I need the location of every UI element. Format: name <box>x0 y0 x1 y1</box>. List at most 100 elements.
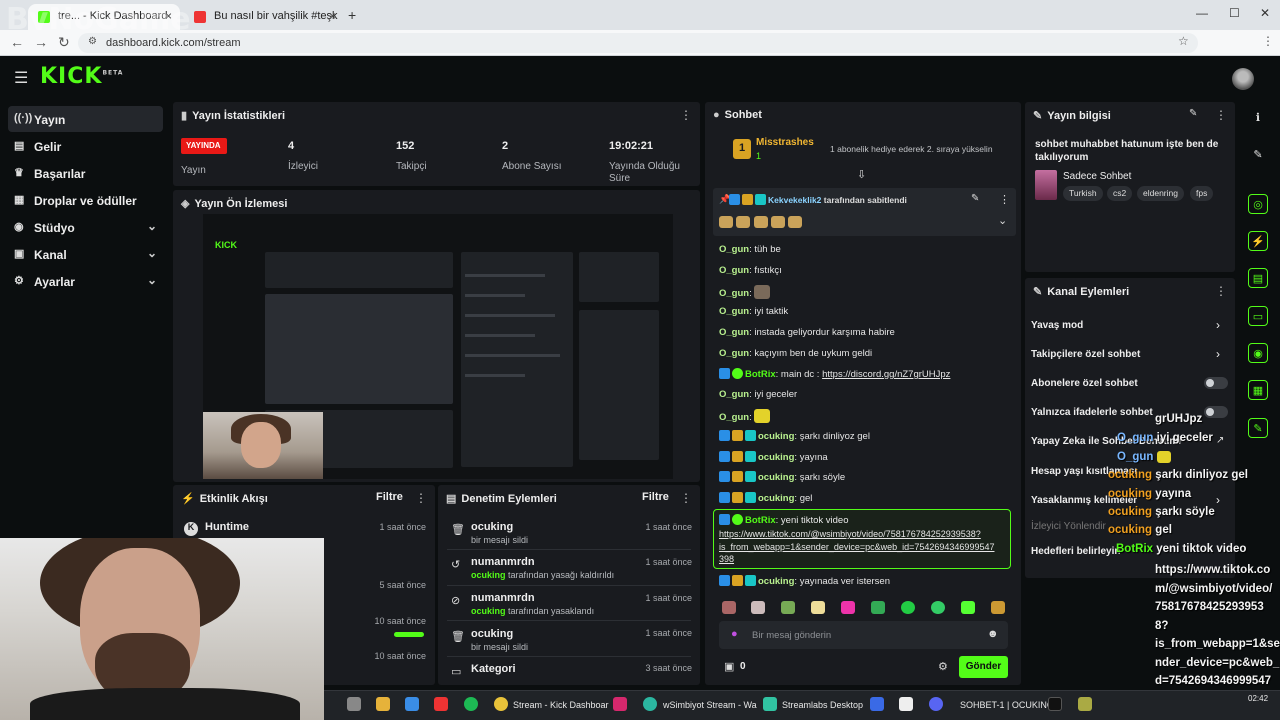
more-options-icon[interactable]: ⋮ <box>680 108 692 122</box>
expand-pinned-icon[interactable]: ⌄ <box>998 214 1007 227</box>
unban-icon: ↺ <box>451 559 461 571</box>
back-icon[interactable]: ← <box>10 34 24 50</box>
new-tab-button[interactable]: + <box>348 7 356 23</box>
chat-message: BotRix: main dc : https://discord.gg/nZ7… <box>719 368 950 380</box>
bookmark-star-icon[interactable]: ☆ <box>1178 34 1189 48</box>
youtube-icon[interactable] <box>434 697 448 711</box>
store-icon[interactable] <box>405 697 419 711</box>
chat-settings-icon[interactable]: ⚙ <box>938 660 948 673</box>
close-tab-icon[interactable]: × <box>329 9 336 23</box>
moderation-filter-button[interactable]: Filtre <box>642 491 669 503</box>
streamlabs-icon[interactable] <box>763 697 777 711</box>
sidebar-item-yayin[interactable]: ((·)) Yayın <box>8 106 163 132</box>
emotes-only-toggle[interactable] <box>1204 406 1228 418</box>
activity-filter-button[interactable]: Filtre <box>376 491 403 503</box>
taskview-icon[interactable] <box>347 697 361 711</box>
tiktok-icon[interactable] <box>1048 697 1062 711</box>
send-button[interactable]: Gönder <box>959 656 1008 678</box>
chat-input[interactable]: ● Bir mesaj gönderin ☻ <box>719 621 1008 649</box>
tab-video[interactable]: Bu nasıl bir vahşilik #teşk × <box>184 4 344 30</box>
more-options-icon[interactable]: ⋮ <box>1215 284 1227 298</box>
tiktok-link[interactable]: https://www.tiktok.com/@wsimbiyot/video/… <box>719 528 994 566</box>
subscribers-only-toggle[interactable] <box>1204 377 1228 389</box>
set-goals-row[interactable]: Hedefleri belirleyin <box>1031 546 1120 557</box>
more-options-icon[interactable]: ⋮ <box>1215 108 1227 122</box>
discord-link[interactable]: https://discord.gg/nZ7grUHJpz <box>822 369 950 380</box>
sidebar-item-studyo[interactable]: ◉ Stüdyo ⌄ <box>8 214 163 240</box>
emote-quick-icon[interactable] <box>751 601 765 614</box>
forward-icon[interactable]: → <box>34 34 48 50</box>
kick-logo[interactable]: KICKBETA <box>40 64 123 89</box>
taskbar-streamlabs-label[interactable]: Streamlabs Desktop <box>782 700 863 710</box>
more-options-icon[interactable]: ⋮ <box>415 491 427 505</box>
hamburger-menu-icon[interactable]: ☰ <box>14 68 28 88</box>
edit-icon[interactable]: ✎ <box>1189 108 1197 119</box>
sidebar-item-droplar[interactable]: ▦ Droplar ve ödüller <box>8 187 163 213</box>
emote-quick-icon[interactable] <box>781 601 795 614</box>
unpin-icon[interactable]: ✎ <box>971 193 979 204</box>
taskbar-discord-label[interactable]: SOHBET-1 | OCUKING <box>960 700 1054 710</box>
pinned-message[interactable]: 📌 Kekvekeklik2 tarafından sabitlendi ✎ ⋮… <box>713 188 1016 236</box>
edge-icon[interactable] <box>643 697 657 711</box>
chevron-right-icon[interactable]: › <box>1216 318 1220 332</box>
bolt-icon[interactable]: ⚡ <box>1248 231 1268 251</box>
sidebar-item-gelir[interactable]: ▤ Gelir <box>8 133 163 159</box>
emote-quick-icon[interactable] <box>961 601 975 614</box>
sidebar-item-basarilar[interactable]: ♛ Başarılar <box>8 160 163 186</box>
tab-label: Bu nasıl bir vahşilik #teşk <box>214 10 338 22</box>
minimize-icon[interactable]: — <box>1196 6 1208 20</box>
layout-icon[interactable]: ▦ <box>1248 380 1268 400</box>
subs-value: 2 <box>502 140 509 152</box>
emote-quick-icon[interactable] <box>722 601 736 614</box>
maximize-icon[interactable]: ☐ <box>1229 6 1240 20</box>
chat-message: ocuking: şarkı dinliyoz gel <box>719 430 870 442</box>
taskbar-chrome-label[interactable]: Stream - Kick Dashboar <box>513 700 609 710</box>
taskbar-edge-label[interactable]: wSimbiyot Stream - Wa <box>663 700 757 710</box>
user-avatar[interactable] <box>1232 68 1254 90</box>
sidebar-item-kanal[interactable]: ▣ Kanal ⌄ <box>8 241 163 267</box>
instagram-icon[interactable] <box>613 697 627 711</box>
chevron-right-icon[interactable]: › <box>1216 347 1220 361</box>
url-input[interactable]: ⚙ dashboard.kick.com/stream <box>78 33 1198 53</box>
discord-icon[interactable] <box>929 697 943 711</box>
points-icon[interactable]: ▣ <box>724 660 734 673</box>
emote-quick-icon[interactable] <box>871 601 885 614</box>
app-icon[interactable] <box>870 697 884 711</box>
wrench-icon[interactable]: ✎ <box>1248 418 1268 438</box>
emote-quick-icon[interactable] <box>931 601 945 614</box>
sidebar-item-ayarlar[interactable]: ⚙ Ayarlar ⌄ <box>8 268 163 294</box>
kick-header: ☰ KICKBETA <box>0 56 1280 100</box>
followers-label: Takipçi <box>396 161 427 172</box>
emoji-icon[interactable]: ☻ <box>987 628 999 640</box>
emote-quick-icon[interactable] <box>991 601 1005 614</box>
external-link-icon[interactable]: ↗ <box>1216 435 1224 446</box>
overlay-line: ocuking yayına <box>1108 488 1192 500</box>
chevron-right-icon[interactable]: › <box>1216 493 1220 507</box>
app-icon[interactable] <box>1078 697 1092 711</box>
scroll-down-icon[interactable]: ⇩ <box>857 168 866 181</box>
menu-dots-icon[interactable]: ⋮ <box>1262 34 1274 48</box>
followers-only-row[interactable]: Takipçilere özel sohbet <box>1031 349 1140 360</box>
close-window-icon[interactable]: ✕ <box>1260 6 1270 20</box>
app-icon[interactable] <box>899 697 913 711</box>
subscribers-only-row: Abonelere özel sohbet <box>1031 378 1138 389</box>
document-icon[interactable]: ▤ <box>1248 268 1268 288</box>
edit-icon[interactable]: ✎ <box>1248 145 1268 165</box>
more-options-icon[interactable]: ⋮ <box>999 193 1010 206</box>
spotify-icon[interactable] <box>464 697 478 711</box>
chat-bubble-icon[interactable]: ▭ <box>1248 306 1268 326</box>
emote-quick-icon[interactable] <box>841 601 855 614</box>
info-icon[interactable]: ℹ <box>1248 108 1268 128</box>
file-explorer-icon[interactable] <box>376 697 390 711</box>
emote-quick-icon[interactable] <box>901 601 915 614</box>
site-info-icon[interactable]: ⚙ <box>88 36 97 47</box>
emote-quick-icon[interactable] <box>811 601 825 614</box>
reload-icon[interactable]: ↻ <box>58 34 70 51</box>
microphone-icon[interactable]: ● <box>731 628 738 640</box>
more-options-icon[interactable]: ⋮ <box>680 491 692 505</box>
chat-message: O_gun: <box>719 285 771 299</box>
slow-mode-row[interactable]: Yavaş mod <box>1031 320 1083 331</box>
focus-icon[interactable]: ◎ <box>1248 194 1268 214</box>
broadcast-icon[interactable]: ◉ <box>1248 343 1268 363</box>
chrome-icon[interactable] <box>494 697 508 711</box>
